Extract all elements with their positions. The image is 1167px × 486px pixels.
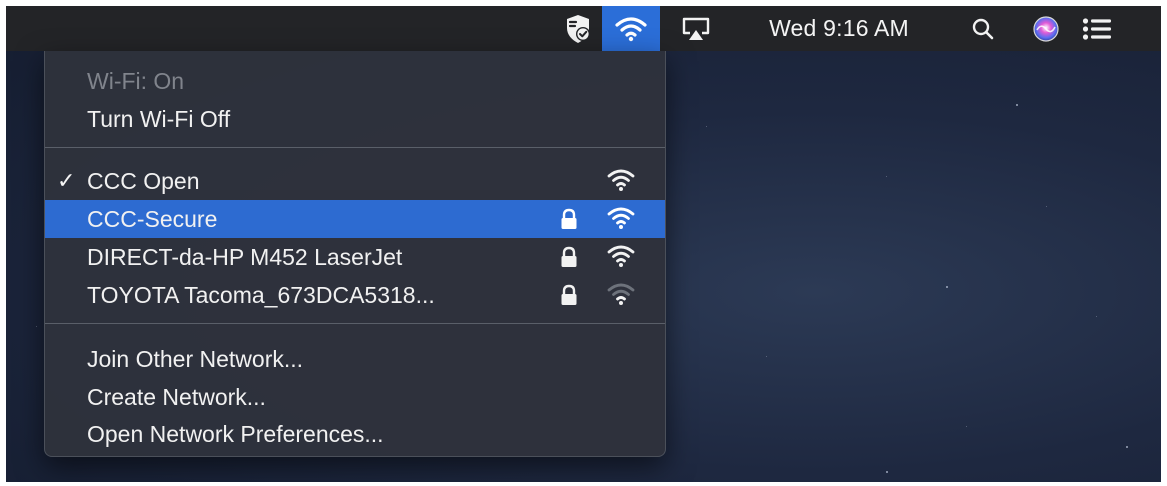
notification-center-icon[interactable]: [1072, 6, 1122, 51]
network-item-toyota-tacoma[interactable]: TOYOTA Tacoma_673DCA5318...: [45, 276, 665, 314]
menu-bar: Wed 9:16 AM: [6, 6, 1161, 51]
shield-check-icon[interactable]: [556, 6, 600, 51]
wifi-signal-full-icon: [607, 168, 635, 198]
star: [1096, 316, 1097, 317]
join-other-network-label: Join Other Network...: [87, 345, 304, 372]
network-name: CCC Open: [87, 167, 200, 194]
star: [1126, 446, 1128, 448]
open-network-preferences-item[interactable]: Open Network Preferences...: [45, 415, 665, 453]
star: [946, 286, 948, 288]
create-network-item[interactable]: Create Network...: [45, 378, 665, 416]
network-item-ccc-open[interactable]: ✓ CCC Open: [45, 162, 665, 200]
wifi-status-label: Wi-Fi: On: [87, 67, 185, 94]
wifi-signal-weak-icon: [607, 282, 635, 312]
wifi-signal-full-icon: [607, 244, 635, 274]
connected-checkmark: ✓: [57, 168, 76, 193]
lock-icon: [559, 246, 579, 274]
join-other-network-item[interactable]: Join Other Network...: [45, 340, 665, 378]
star: [1046, 206, 1047, 207]
star: [886, 176, 887, 177]
turn-wifi-off-item[interactable]: Turn Wi-Fi Off: [45, 100, 665, 138]
menu-separator: [45, 323, 665, 324]
star: [1016, 104, 1018, 106]
create-network-label: Create Network...: [87, 383, 266, 410]
star: [766, 356, 767, 357]
star: [966, 426, 967, 427]
menu-separator: [45, 147, 665, 148]
spotlight-search-icon[interactable]: [961, 6, 1005, 51]
airplay-icon[interactable]: [674, 6, 718, 51]
wifi-menu-button[interactable]: [602, 6, 660, 51]
network-name: CCC-Secure: [87, 205, 218, 232]
lock-icon: [559, 284, 579, 312]
desktop: Wed 9:16 AM Wi-Fi: On Turn Wi-Fi Off ✓ C…: [6, 6, 1161, 482]
star: [886, 471, 888, 473]
network-item-ccc-secure[interactable]: CCC-Secure: [45, 200, 665, 238]
open-network-preferences-label: Open Network Preferences...: [87, 420, 384, 447]
wifi-icon: [615, 16, 647, 42]
network-item-direct-hp-laserjet[interactable]: DIRECT-da-HP M452 LaserJet: [45, 238, 665, 276]
lock-icon: [559, 208, 579, 236]
menu-bar-clock[interactable]: Wed 9:16 AM: [744, 6, 934, 51]
star: [706, 126, 707, 127]
network-name: TOYOTA Tacoma_673DCA5318...: [87, 281, 435, 308]
network-name: DIRECT-da-HP M452 LaserJet: [87, 243, 403, 270]
star: [36, 326, 37, 327]
wifi-dropdown-menu: Wi-Fi: On Turn Wi-Fi Off ✓ CCC Open CCC-…: [44, 51, 666, 457]
turn-wifi-off-label: Turn Wi-Fi Off: [87, 105, 231, 132]
wifi-status: Wi-Fi: On: [45, 62, 665, 100]
wifi-signal-full-icon: [607, 206, 635, 236]
siri-icon[interactable]: [1024, 6, 1068, 51]
